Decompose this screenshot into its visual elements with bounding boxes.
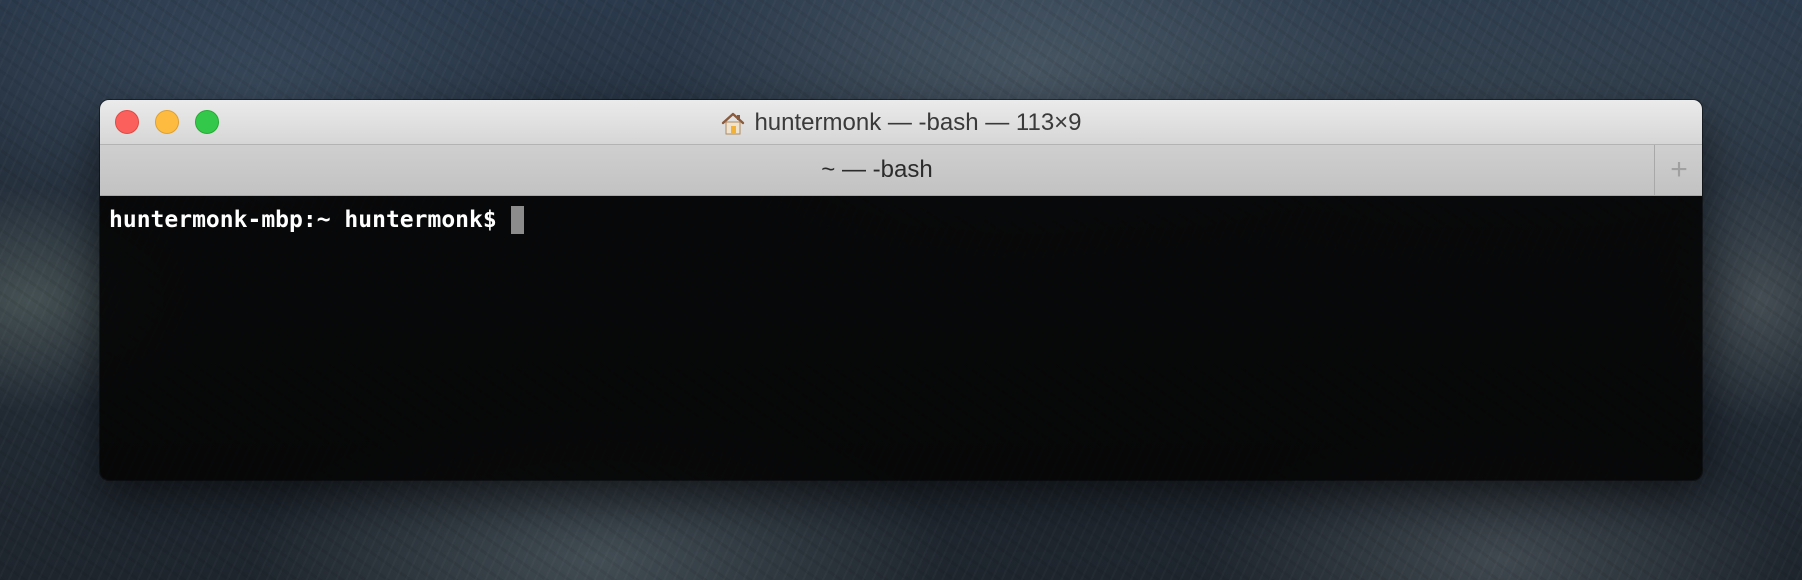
title-bar[interactable]: huntermonk — -bash — 113×9 (100, 100, 1702, 145)
plus-icon: + (1670, 153, 1688, 186)
window-title-group: huntermonk — -bash — 113×9 (100, 100, 1702, 145)
prompt-line: huntermonk-mbp:~ huntermonk$ (109, 204, 1693, 236)
shell-prompt: huntermonk-mbp:~ huntermonk$ (109, 207, 497, 233)
window-title: huntermonk — -bash — 113×9 (754, 108, 1082, 136)
text-cursor (510, 206, 524, 234)
tab-label: ~ — -bash (821, 156, 933, 183)
tab-bash[interactable]: ~ — -bash (100, 145, 1655, 195)
home-icon (722, 112, 745, 134)
tab-bar: ~ — -bash + (100, 145, 1702, 196)
terminal-content[interactable]: huntermonk-mbp:~ huntermonk$ (100, 196, 1702, 480)
new-tab-button[interactable]: + (1656, 145, 1702, 195)
terminal-window: huntermonk — -bash — 113×9 ~ — -bash + h… (100, 100, 1702, 480)
